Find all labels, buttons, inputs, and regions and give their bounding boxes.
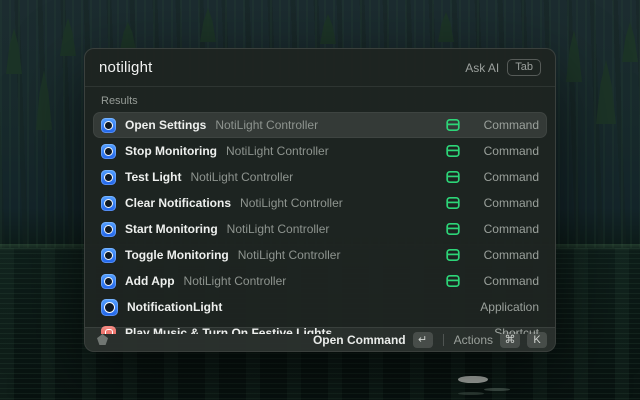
command-type-icon bbox=[446, 118, 460, 132]
result-row[interactable]: Toggle Monitoring NotiLight Controller C… bbox=[93, 242, 547, 268]
app-icon bbox=[101, 299, 118, 316]
result-title: Add App bbox=[125, 274, 175, 288]
search-bar: notilight Ask AI Tab bbox=[85, 49, 555, 87]
result-title: Open Settings bbox=[125, 118, 206, 132]
results-list: Open Settings NotiLight Controller Comma… bbox=[85, 112, 555, 334]
result-subtitle: NotiLight Controller bbox=[190, 170, 437, 184]
command-type-icon bbox=[446, 196, 460, 210]
result-row[interactable]: NotificationLight Application bbox=[93, 294, 547, 320]
cmd-key-badge: ⌘ bbox=[500, 332, 520, 348]
result-row[interactable]: Stop Monitoring NotiLight Controller Com… bbox=[93, 138, 547, 164]
result-subtitle: NotiLight Controller bbox=[184, 274, 437, 288]
result-type-label: Command bbox=[469, 248, 539, 262]
result-row[interactable]: Clear Notifications NotiLight Controller… bbox=[93, 190, 547, 216]
result-title: Start Monitoring bbox=[125, 222, 218, 236]
ask-ai-label[interactable]: Ask AI bbox=[465, 61, 499, 75]
result-subtitle: NotiLight Controller bbox=[215, 118, 437, 132]
result-type-label: Command bbox=[469, 274, 539, 288]
app-icon bbox=[101, 274, 116, 289]
result-type-label: Command bbox=[469, 118, 539, 132]
boat bbox=[458, 376, 488, 383]
command-type-icon bbox=[446, 222, 460, 236]
actions-button[interactable]: Actions bbox=[454, 333, 493, 347]
result-title: Stop Monitoring bbox=[125, 144, 217, 158]
result-title: Test Light bbox=[125, 170, 181, 184]
result-row[interactable]: Open Settings NotiLight Controller Comma… bbox=[93, 112, 547, 138]
result-title: Clear Notifications bbox=[125, 196, 231, 210]
result-type-label: Command bbox=[469, 196, 539, 210]
k-key-badge: K bbox=[527, 332, 547, 348]
result-type-label: Application bbox=[469, 300, 539, 314]
gem-icon bbox=[97, 334, 108, 345]
result-title: Toggle Monitoring bbox=[125, 248, 229, 262]
launcher-window: notilight Ask AI Tab Results Open Settin… bbox=[84, 48, 556, 352]
footer-divider bbox=[443, 334, 444, 346]
result-title: NotificationLight bbox=[127, 300, 222, 314]
command-type-icon bbox=[446, 248, 460, 262]
result-row[interactable]: Test Light NotiLight Controller Command bbox=[93, 164, 547, 190]
tab-key-badge: Tab bbox=[507, 59, 541, 76]
result-subtitle: NotiLight Controller bbox=[240, 196, 437, 210]
app-icon bbox=[101, 144, 116, 159]
enter-key-badge: ↵ bbox=[413, 332, 433, 348]
command-type-icon bbox=[446, 144, 460, 158]
footer-actions: Open Command ↵ Actions ⌘ K bbox=[313, 332, 547, 348]
app-icon bbox=[101, 118, 116, 133]
app-icon bbox=[101, 248, 116, 263]
result-subtitle: NotiLight Controller bbox=[227, 222, 437, 236]
command-type-icon bbox=[446, 170, 460, 184]
search-input[interactable]: notilight bbox=[99, 59, 465, 76]
results-section-label: Results bbox=[85, 87, 555, 112]
result-subtitle: NotiLight Controller bbox=[226, 144, 437, 158]
open-command-button[interactable]: Open Command bbox=[313, 333, 406, 347]
result-type-label: Command bbox=[469, 222, 539, 236]
app-icon bbox=[101, 170, 116, 185]
result-row[interactable]: Start Monitoring NotiLight Controller Co… bbox=[93, 216, 547, 242]
footer-bar: Open Command ↵ Actions ⌘ K bbox=[85, 327, 555, 351]
command-type-icon bbox=[446, 274, 460, 288]
result-type-label: Command bbox=[469, 144, 539, 158]
app-icon bbox=[101, 222, 116, 237]
result-row[interactable]: Add App NotiLight Controller Command bbox=[93, 268, 547, 294]
app-icon bbox=[101, 196, 116, 211]
result-type-label: Command bbox=[469, 170, 539, 184]
result-subtitle: NotiLight Controller bbox=[238, 248, 437, 262]
